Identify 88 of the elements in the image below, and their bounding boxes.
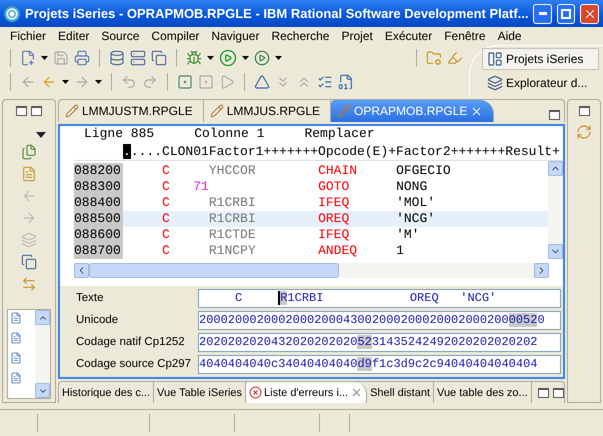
caret-icon[interactable]: [207, 56, 214, 60]
pencil-icon[interactable]: [65, 104, 79, 118]
file-icon[interactable]: [10, 352, 22, 364]
scroll-thumb[interactable]: [89, 263, 339, 278]
code-line: C R1CTDE IFEQ 'M': [161, 227, 420, 243]
minimize-button[interactable]: [538, 388, 549, 398]
line-number: 088200: [74, 163, 123, 179]
ruler-cursor: .: [123, 144, 131, 159]
perspective-button[interactable]: Projets iSeries: [482, 48, 599, 70]
app-icon: [4, 6, 20, 22]
new-file-icon[interactable]: [20, 50, 36, 66]
view-tab[interactable]: Liste d'erreurs i...: [246, 382, 368, 403]
field-label: Unicode: [76, 313, 120, 328]
pencil-icon[interactable]: [210, 104, 224, 118]
menu-item[interactable]: Aide: [492, 29, 528, 43]
copy-icon[interactable]: [21, 254, 37, 270]
triangle-icon[interactable]: [254, 74, 270, 90]
field-label: Codage natif Cp1252: [76, 335, 186, 350]
text-field[interactable]: 20202020204320202020205231435242492020202020202: [198, 333, 561, 352]
files-icon[interactable]: [21, 144, 37, 160]
line-number: 088500: [74, 211, 123, 227]
maximize-button[interactable]: [553, 388, 564, 398]
menu-item[interactable]: Projet: [335, 29, 379, 43]
file-icon[interactable]: [10, 332, 22, 344]
editor-tab[interactable]: LMMJUSTM.RPGLE: [59, 100, 204, 122]
checklist-icon[interactable]: [317, 74, 333, 90]
square-icon[interactable]: [177, 74, 193, 90]
menu-item[interactable]: Exécuter: [378, 29, 438, 43]
dropdown-icon[interactable]: [36, 132, 46, 138]
print-icon[interactable]: [74, 50, 90, 66]
editor-tab[interactable]: OPRAPMOB.RPGLE: [331, 100, 494, 122]
code-line: C R1NCPY ANDEQ 1: [161, 243, 405, 259]
line-number: 088300: [74, 179, 123, 195]
text-field[interactable]: 200020002000200020004300200020002000200020000520: [198, 311, 561, 330]
menu-item[interactable]: Recherche: [265, 29, 336, 43]
copy-icon[interactable]: [151, 50, 167, 66]
field-label: Codage source Cp297: [76, 357, 192, 372]
text-field[interactable]: C R1CRBI OREQ 'NCG': [198, 289, 561, 308]
code-line: C 71 GOTO NONG: [161, 179, 428, 195]
run-external-icon[interactable]: [254, 50, 270, 66]
file-icon[interactable]: [10, 372, 22, 384]
menu-item[interactable]: Editer: [52, 29, 96, 43]
code-line: C YHCCOR CHAIN OFGECIO: [161, 163, 452, 179]
view-tab[interactable]: Shell distant: [367, 382, 434, 403]
caret-icon[interactable]: [242, 56, 249, 60]
minimize-icon: [538, 12, 547, 15]
line-number: 088700: [74, 243, 123, 259]
server-icon[interactable]: [130, 50, 146, 66]
swap-icon[interactable]: [21, 276, 37, 292]
close-button[interactable]: [580, 4, 599, 24]
line-indicator: Ligne 885: [84, 126, 154, 143]
highlighter-icon[interactable]: [447, 50, 463, 66]
perspective-icon[interactable]: [487, 75, 503, 91]
caret-icon[interactable]: [95, 80, 102, 84]
caret-icon[interactable]: [41, 56, 48, 60]
menu-item[interactable]: Fenêtre: [438, 29, 492, 43]
line-number: 088400: [74, 195, 123, 211]
perspective-button[interactable]: Explorateur d...: [482, 72, 599, 94]
window-title: Projets iSeries - OPRAPMOB.RPGLE - IBM Rational Software Development Platf...: [25, 6, 528, 21]
menu-item[interactable]: Naviguer: [205, 29, 266, 43]
maximize-button[interactable]: [31, 106, 42, 116]
caret-icon[interactable]: [62, 80, 69, 84]
field-label: Texte: [76, 291, 104, 306]
horizontal-scrollbar[interactable]: [74, 263, 549, 278]
menu-item[interactable]: Fichier: [4, 29, 52, 43]
code-line: C R1CRBI IFEQ 'MOL': [161, 195, 436, 211]
sync-icon[interactable]: [576, 124, 592, 140]
maximize-icon: [561, 8, 572, 18]
view-tab[interactable]: Historique des c...: [59, 382, 154, 403]
minimize-button[interactable]: [16, 106, 27, 116]
view-tab[interactable]: Vue table des zo...: [434, 382, 532, 403]
column-indicator: Colonne 1: [194, 126, 264, 143]
mode-indicator: Remplacer: [304, 126, 375, 143]
error-icon[interactable]: [249, 386, 262, 399]
maximize-button[interactable]: [549, 110, 560, 120]
text-field[interactable]: 4040404040c34040404040d9f1c3d9c2c94040404040404: [198, 355, 561, 374]
file-icon[interactable]: [10, 312, 22, 324]
database-icon[interactable]: [109, 50, 125, 66]
run-icon[interactable]: [219, 49, 237, 67]
perspective-icon[interactable]: [487, 51, 503, 67]
caret-icon[interactable]: [275, 56, 282, 60]
menu-item[interactable]: Source: [95, 29, 146, 43]
bug-icon[interactable]: [186, 50, 202, 66]
column-ruler: ....CLON01Factor1+++++++Opcode(E)+Factor2+++++++Result+: [130, 144, 560, 159]
maximize-button[interactable]: [578, 106, 590, 116]
binary-file-icon[interactable]: [338, 74, 354, 90]
menu-item[interactable]: Compiler: [145, 29, 206, 43]
line-number: 088600: [74, 227, 123, 243]
